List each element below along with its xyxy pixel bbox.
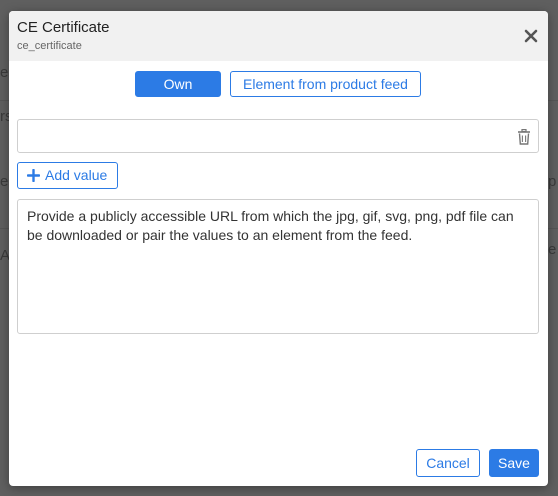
close-icon[interactable] <box>522 27 540 45</box>
plus-icon <box>27 169 40 182</box>
background-divider <box>548 228 558 229</box>
own-value-button[interactable]: Own value <box>135 71 221 116</box>
feed-element-button[interactable]: Element from product feed <box>230 71 421 97</box>
close-icon-glyph <box>524 29 538 43</box>
background-fragment: rs <box>0 108 9 125</box>
background-divider <box>0 228 9 229</box>
background-fragment: p <box>548 173 557 190</box>
background-fragment: e <box>0 173 9 190</box>
cancel-button[interactable]: Cancel <box>416 449 480 477</box>
background-divider <box>0 100 9 101</box>
dialog: CE Certificate ce_certificate Own value … <box>9 11 548 486</box>
value-input[interactable] <box>24 126 508 148</box>
dialog-subtitle: ce_certificate <box>17 40 82 52</box>
background-fragment: Al <box>0 247 9 264</box>
dialog-title: CE Certificate <box>17 19 110 36</box>
value-field <box>17 119 539 153</box>
background-divider <box>548 100 558 101</box>
trash-icon[interactable] <box>517 129 531 145</box>
background-fragment: el <box>0 64 9 81</box>
add-value-button[interactable]: Add value <box>17 162 118 189</box>
dialog-header: CE Certificate ce_certificate <box>9 11 548 61</box>
help-text: Provide a publicly accessible URL from w… <box>17 199 539 334</box>
background-fragment: e <box>548 241 557 258</box>
save-button[interactable]: Save <box>489 449 539 477</box>
add-value-label: Add value <box>45 167 108 183</box>
